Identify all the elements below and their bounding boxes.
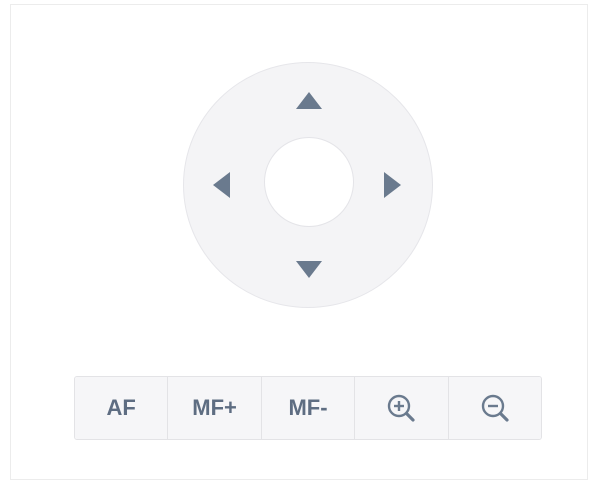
manual-focus-minus-button[interactable]: MF-	[261, 377, 356, 439]
zoom-out-icon	[481, 394, 509, 422]
manual-focus-plus-label: MF+	[192, 395, 237, 420]
arrow-down-icon[interactable]	[296, 261, 322, 278]
manual-focus-minus-label: MF-	[288, 395, 328, 420]
autofocus-button[interactable]: AF	[75, 377, 169, 439]
focus-zoom-button-group: AF MF+ MF-	[74, 376, 542, 440]
arrow-left-icon[interactable]	[213, 172, 230, 198]
zoom-out-button[interactable]	[448, 377, 541, 439]
zoom-in-icon	[388, 394, 416, 422]
direction-pad-center-button[interactable]	[264, 137, 354, 227]
arrow-up-icon[interactable]	[296, 92, 322, 109]
arrow-right-icon[interactable]	[384, 172, 401, 198]
manual-focus-plus-button[interactable]: MF+	[168, 377, 262, 439]
autofocus-button-label: AF	[106, 395, 136, 420]
zoom-in-button[interactable]	[355, 377, 449, 439]
